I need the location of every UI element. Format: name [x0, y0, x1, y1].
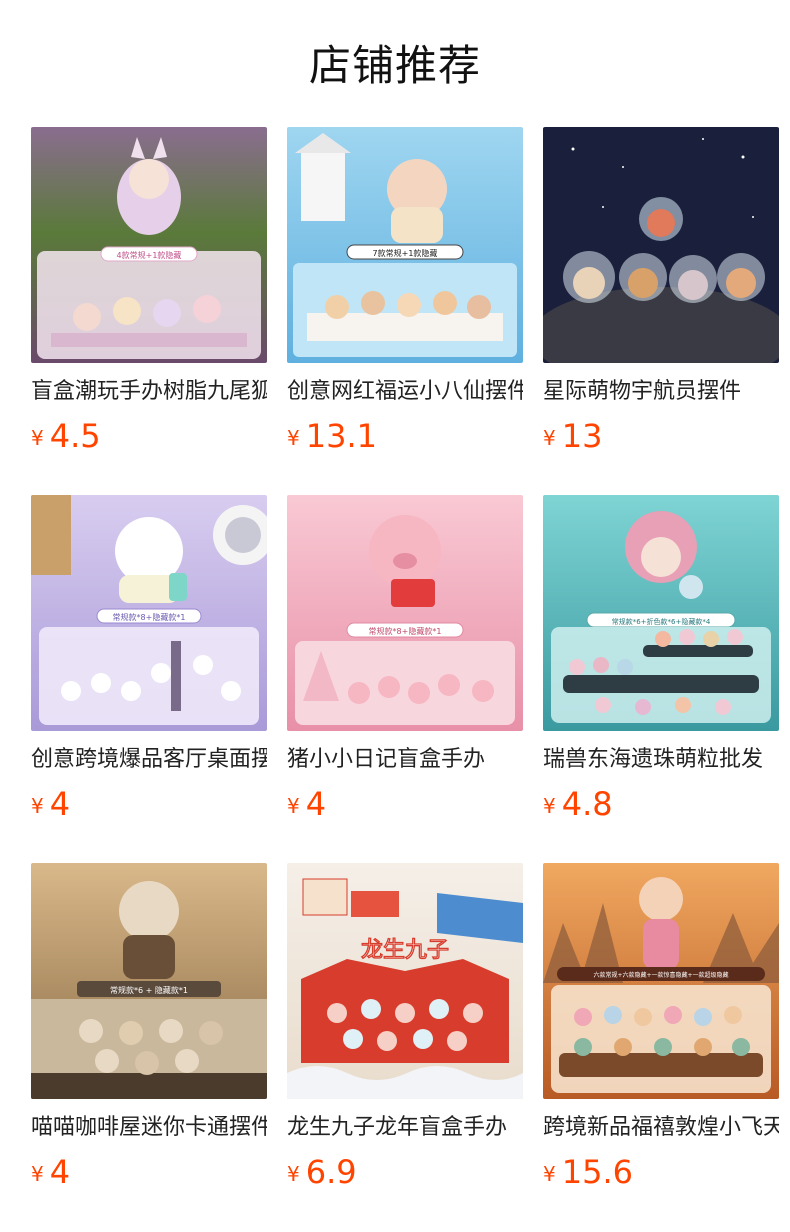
product-name[interactable]: 星际萌物宇航员摆件 — [543, 377, 779, 407]
price-amount: 4 — [305, 785, 327, 823]
product-name[interactable]: 创意跨境爆品客厅桌面摆件 — [31, 745, 267, 775]
currency-symbol: ¥ — [287, 794, 300, 818]
product-price: ¥4 — [31, 785, 70, 823]
product-card[interactable]: 常规款*6 + 隐藏款*1 喵喵咖啡屋迷你卡通摆件 ¥4 — [31, 863, 267, 1191]
product-name[interactable]: 龙生九子龙年盲盒手办 — [287, 1113, 523, 1143]
currency-symbol: ¥ — [31, 794, 44, 818]
currency-symbol: ¥ — [543, 1162, 556, 1186]
price-amount: 15.6 — [561, 1153, 633, 1191]
product-card[interactable]: 星际萌物宇航员摆件 ¥13 — [543, 127, 779, 455]
currency-symbol: ¥ — [287, 1162, 300, 1186]
price-amount: 4.8 — [561, 785, 613, 823]
currency-symbol: ¥ — [543, 794, 556, 818]
product-name[interactable]: 喵喵咖啡屋迷你卡通摆件 — [31, 1113, 267, 1143]
image-badge-text: 六款常规+六款隐藏+一款惊喜隐藏+一款超级隐藏 — [593, 971, 728, 979]
currency-symbol: ¥ — [287, 426, 300, 450]
product-card[interactable]: 常规款*8+隐藏款*1 猪小小日记盲盒手办 ¥4 — [287, 495, 523, 823]
product-image[interactable]: 常规款*6 + 隐藏款*1 — [31, 863, 267, 1099]
image-badge-text: 7款常规+1款隐藏 — [373, 248, 438, 258]
image-badge-text: 常规款*6 + 隐藏款*1 — [110, 985, 188, 995]
product-price: ¥13.1 — [287, 417, 377, 455]
product-image-graphic — [543, 127, 779, 363]
product-card[interactable]: 常规款*8+隐藏款*1 创意跨境爆品客厅桌面摆件 ¥4 — [31, 495, 267, 823]
product-name[interactable]: 创意网红福运小八仙摆件 — [287, 377, 523, 407]
product-card[interactable]: 7款常规+1款隐藏 创意网红福运小八仙摆件 ¥13.1 — [287, 127, 523, 455]
image-badge-text: 常规款*8+隐藏款*1 — [369, 626, 442, 636]
product-image-graphic: 常规款*8+隐藏款*1 — [31, 495, 267, 731]
image-badge-text: 常规款*6+折色款*6+隐藏款*4 — [612, 617, 711, 626]
product-price: ¥4.5 — [31, 417, 101, 455]
product-image-graphic: 六款常规+六款隐藏+一款惊喜隐藏+一款超级隐藏 — [543, 863, 779, 1099]
product-price: ¥4 — [31, 1153, 70, 1191]
product-price: ¥4.8 — [543, 785, 613, 823]
price-amount: 4.5 — [49, 417, 101, 455]
image-badge-text: 龙生九子 — [361, 937, 449, 963]
product-image-graphic: 7款常规+1款隐藏 — [287, 127, 523, 363]
currency-symbol: ¥ — [31, 426, 44, 450]
product-card[interactable]: 4款常规+1款隐藏 盲盒潮玩手办树脂九尾狐 ¥4.5 — [31, 127, 267, 455]
product-name[interactable]: 瑞兽东海遗珠萌粒批发 — [543, 745, 779, 775]
page-title: 店铺推荐 — [308, 41, 481, 90]
product-price: ¥6.9 — [287, 1153, 357, 1191]
price-amount: 6.9 — [305, 1153, 357, 1191]
product-image[interactable]: 龙生九子 — [287, 863, 523, 1099]
product-card[interactable]: 六款常规+六款隐藏+一款惊喜隐藏+一款超级隐藏 跨境新品福禧敦煌小飞天 ¥15.… — [543, 863, 779, 1191]
product-image-graphic: 4款常规+1款隐藏 — [31, 127, 267, 363]
product-name[interactable]: 猪小小日记盲盒手办 — [287, 745, 523, 775]
product-price: ¥4 — [287, 785, 326, 823]
product-name[interactable]: 跨境新品福禧敦煌小飞天 — [543, 1113, 779, 1143]
image-badge-text: 常规款*8+隐藏款*1 — [113, 612, 186, 622]
product-image-graphic: 常规款*6+折色款*6+隐藏款*4 — [543, 495, 779, 731]
product-card[interactable]: 常规款*6+折色款*6+隐藏款*4 瑞兽东海遗珠萌粒批发 ¥4.8 — [543, 495, 779, 823]
price-amount: 4 — [49, 1153, 71, 1191]
image-badge-text: 4款常规+1款隐藏 — [117, 250, 182, 260]
product-name[interactable]: 盲盒潮玩手办树脂九尾狐 — [31, 377, 267, 407]
product-image[interactable] — [543, 127, 779, 363]
product-image-graphic: 常规款*6 + 隐藏款*1 — [31, 863, 267, 1099]
product-card[interactable]: 龙生九子 龙生九子龙年盲盒手办 ¥6.9 — [287, 863, 523, 1191]
price-amount: 13.1 — [305, 417, 377, 455]
product-image[interactable]: 常规款*6+折色款*6+隐藏款*4 — [543, 495, 779, 731]
product-image[interactable]: 常规款*8+隐藏款*1 — [31, 495, 267, 731]
currency-symbol: ¥ — [543, 426, 556, 450]
product-image[interactable]: 4款常规+1款隐藏 — [31, 127, 267, 363]
product-price: ¥13 — [543, 417, 602, 455]
product-price: ¥15.6 — [543, 1153, 633, 1191]
product-image-graphic: 常规款*8+隐藏款*1 — [287, 495, 523, 731]
product-image[interactable]: 六款常规+六款隐藏+一款惊喜隐藏+一款超级隐藏 — [543, 863, 779, 1099]
product-image-graphic: 龙生九子 — [287, 863, 523, 1099]
product-image[interactable]: 常规款*8+隐藏款*1 — [287, 495, 523, 731]
price-amount: 4 — [49, 785, 71, 823]
product-image[interactable]: 7款常规+1款隐藏 — [287, 127, 523, 363]
price-amount: 13 — [561, 417, 603, 455]
currency-symbol: ¥ — [31, 1162, 44, 1186]
